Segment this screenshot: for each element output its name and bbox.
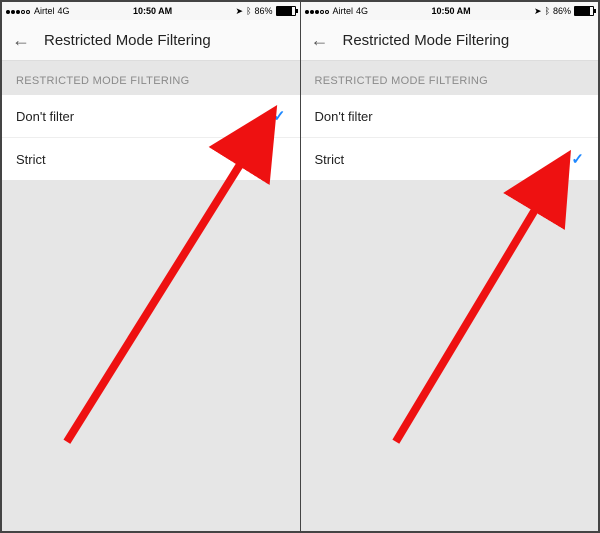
app-header: ← Restricted Mode Filtering: [301, 20, 599, 61]
network-label: 4G: [356, 6, 368, 16]
battery-icon: [574, 6, 594, 16]
back-arrow-icon[interactable]: ←: [12, 30, 30, 51]
option-label: Don't filter: [16, 109, 74, 124]
option-label: Don't filter: [315, 109, 373, 124]
options-list: Don't filter ✓ Strict: [2, 95, 300, 180]
battery-pct-label: 86%: [254, 6, 272, 16]
option-label: Strict: [315, 152, 345, 167]
option-strict[interactable]: Strict ✓: [301, 138, 599, 180]
status-bar: Airtel 4G 10:50 AM ➤ ᛒ 86%: [301, 2, 599, 20]
signal-dots-icon: [305, 6, 330, 16]
carrier-label: Airtel: [34, 6, 55, 16]
checkmark-icon: ✓: [273, 107, 286, 125]
carrier-label: Airtel: [333, 6, 354, 16]
screenshot-left: Airtel 4G 10:50 AM ➤ ᛒ 86% ← Restricted …: [2, 2, 300, 531]
bluetooth-icon: ᛒ: [545, 6, 550, 16]
checkmark-icon: ✓: [571, 150, 584, 168]
status-bar: Airtel 4G 10:50 AM ➤ ᛒ 86%: [2, 2, 300, 20]
app-header: ← Restricted Mode Filtering: [2, 20, 300, 61]
option-dont-filter[interactable]: Don't filter: [301, 95, 599, 138]
bluetooth-icon: ᛒ: [246, 6, 251, 16]
screenshot-right: Airtel 4G 10:50 AM ➤ ᛒ 86% ← Restricted …: [300, 2, 599, 531]
page-title: Restricted Mode Filtering: [44, 32, 211, 49]
section-header: RESTRICTED MODE FILTERING: [301, 61, 599, 95]
location-icon: ➤: [236, 6, 244, 17]
battery-pct-label: 86%: [553, 6, 571, 16]
clock-label: 10:50 AM: [133, 6, 172, 16]
location-icon: ➤: [534, 6, 542, 17]
option-dont-filter[interactable]: Don't filter ✓: [2, 95, 300, 138]
option-label: Strict: [16, 152, 46, 167]
signal-dots-icon: [6, 6, 31, 16]
page-title: Restricted Mode Filtering: [343, 32, 510, 49]
clock-label: 10:50 AM: [431, 6, 470, 16]
network-label: 4G: [58, 6, 70, 16]
battery-icon: [276, 6, 296, 16]
back-arrow-icon[interactable]: ←: [311, 30, 329, 51]
section-header: RESTRICTED MODE FILTERING: [2, 61, 300, 95]
option-strict[interactable]: Strict: [2, 138, 300, 180]
options-list: Don't filter Strict ✓: [301, 95, 599, 180]
